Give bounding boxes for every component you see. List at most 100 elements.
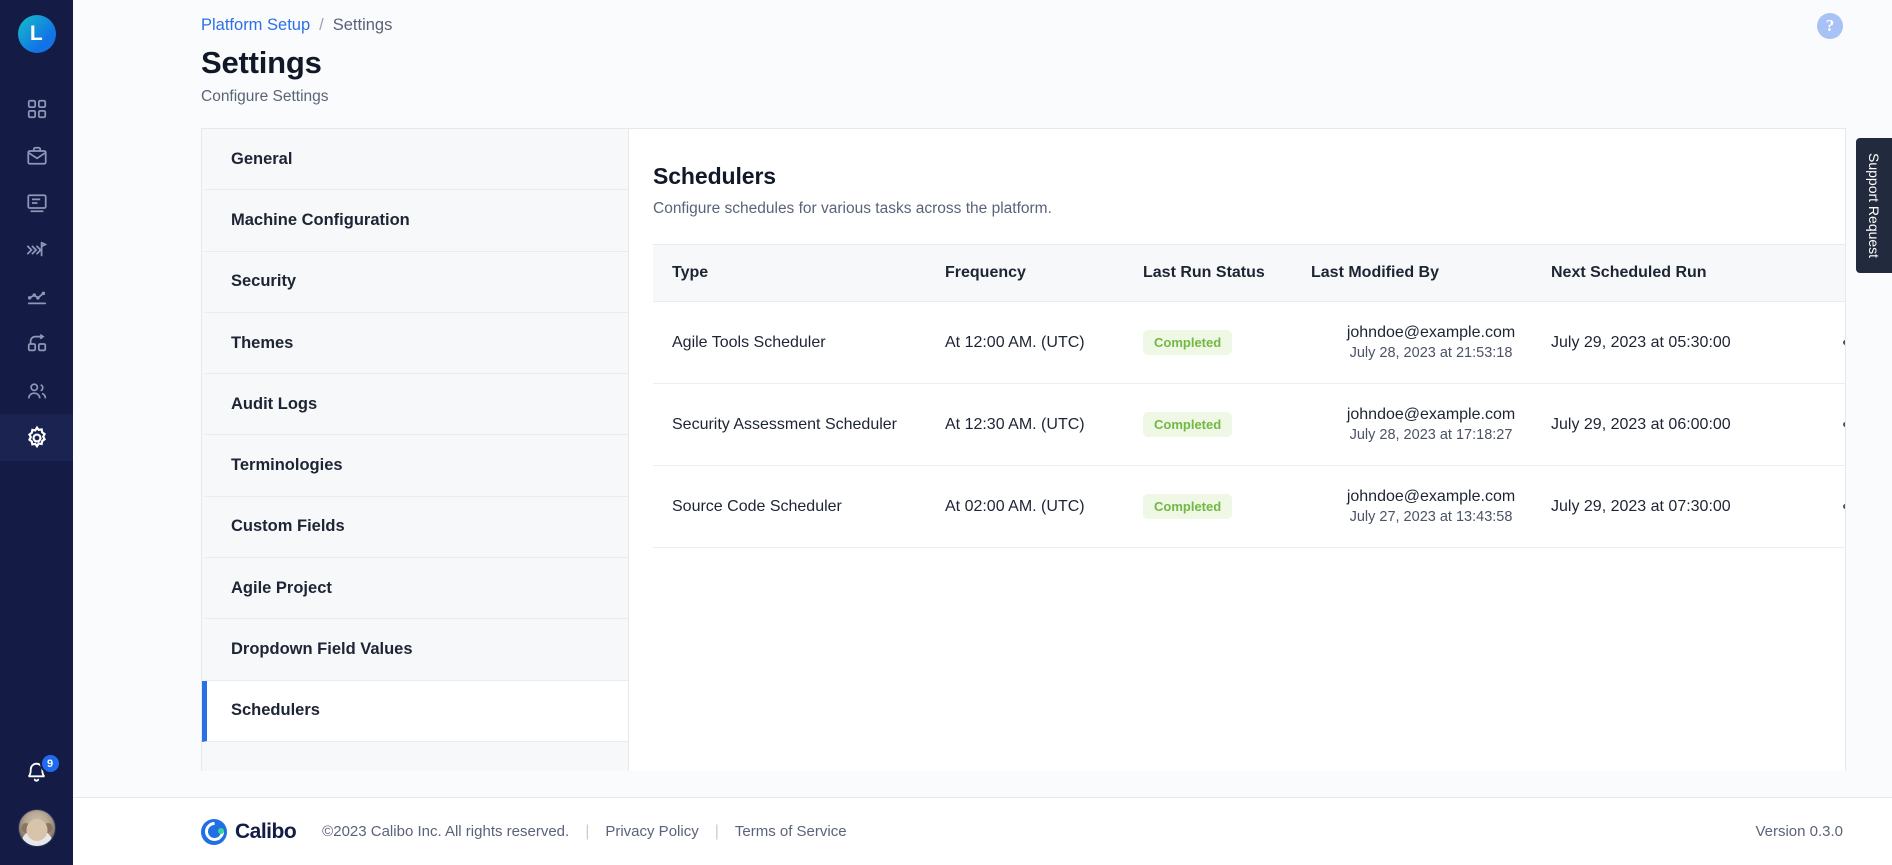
cell-next-scheduled-run: July 29, 2023 at 06:00:00 [1551, 383, 1819, 466]
settings-nav-item-schedulers[interactable]: Schedulers [202, 680, 628, 742]
calibo-logo: Calibo [201, 818, 297, 845]
settings-nav-item-agile-project[interactable]: Agile Project [202, 558, 628, 620]
sidebar-item-dashboard[interactable] [0, 85, 73, 132]
column-header-frequency[interactable]: Frequency [945, 244, 1143, 302]
footer-separator: | [585, 822, 590, 840]
calibo-wordmark: Calibo [235, 819, 297, 843]
calibo-mark-icon [201, 818, 227, 845]
help-icon[interactable]: ? [1817, 13, 1843, 39]
users-icon [26, 380, 48, 402]
row-actions-menu-icon[interactable] [1819, 504, 1845, 509]
row-actions-menu-icon[interactable] [1819, 340, 1845, 345]
column-header-actions [1819, 244, 1845, 302]
analytics-icon [26, 286, 48, 308]
cell-actions [1819, 383, 1845, 466]
cell-next-scheduled-run: July 29, 2023 at 07:30:00 [1551, 465, 1819, 548]
cell-status: Completed [1143, 465, 1311, 548]
settings-nav-label: Agile Project [231, 578, 332, 597]
settings-nav-item-themes[interactable]: Themes [202, 312, 628, 375]
terms-of-service-link[interactable]: Terms of Service [735, 823, 847, 840]
sidebar-item-users[interactable] [0, 367, 73, 414]
breadcrumb-platform-setup[interactable]: Platform Setup [201, 16, 310, 35]
breadcrumb-settings: Settings [332, 16, 393, 34]
modified-at-timestamp: July 27, 2023 at 13:43:58 [1349, 509, 1513, 525]
settings-nav-item-custom-fields[interactable]: Custom Fields [202, 496, 628, 559]
sidebar-item-integrations[interactable] [0, 320, 73, 367]
page-title: Settings [201, 45, 322, 80]
settings-nav-label: General [231, 149, 293, 168]
modified-by-email: johndoe@example.com [1346, 488, 1516, 505]
table-header-row: Type Frequency Last Run Status Last Modi… [653, 244, 1845, 302]
settings-nav-item-machine-configuration[interactable]: Machine Configuration [202, 190, 628, 252]
primary-nav-rail: L 9 [0, 0, 73, 865]
cell-frequency: At 12:00 AM. (UTC) [945, 301, 1143, 384]
privacy-policy-link[interactable]: Privacy Policy [605, 823, 698, 840]
pipeline-icon [26, 239, 48, 261]
cell-actions [1819, 301, 1845, 384]
settings-nav-item-security[interactable]: Security [202, 251, 628, 313]
cell-type: Source Code Scheduler [653, 465, 945, 548]
status-badge: Completed [1143, 494, 1233, 519]
cell-last-modified-by: johndoe@example.com July 28, 2023 at 17:… [1311, 383, 1551, 466]
breadcrumb-separator: / [319, 16, 324, 34]
settings-nav-item-dropdown-field-values[interactable]: Dropdown Field Values [202, 619, 628, 681]
briefcase-icon [26, 145, 48, 167]
table-row[interactable]: Security Assessment Scheduler At 12:30 A… [653, 383, 1845, 466]
version-label: Version 0.3.0 [1755, 823, 1843, 840]
panel-title: Schedulers [653, 163, 776, 189]
breadcrumb: Platform Setup / Settings [73, 16, 1892, 35]
board-icon [26, 192, 48, 214]
support-request-tab[interactable]: Support Request [1856, 138, 1892, 273]
rail-bottom-group: 9 [0, 753, 73, 865]
sidebar-item-pipelines[interactable] [0, 226, 73, 273]
modified-by-email: johndoe@example.com [1346, 406, 1516, 423]
settings-nav-list: General Machine Configuration Security T… [201, 128, 628, 771]
sidebar-item-boards[interactable] [0, 179, 73, 226]
schedulers-table: Type Frequency Last Run Status Last Modi… [653, 244, 1845, 548]
settings-nav-label: Schedulers [231, 701, 320, 720]
status-badge: Completed [1143, 412, 1233, 437]
settings-nav-label: Security [231, 272, 297, 291]
cell-status: Completed [1143, 301, 1311, 384]
cell-last-modified-by: johndoe@example.com July 28, 2023 at 21:… [1311, 301, 1551, 384]
integration-icon [26, 333, 48, 355]
sidebar-item-portfolio[interactable] [0, 132, 73, 179]
footer-separator: | [714, 822, 719, 840]
settings-nav-label: Dropdown Field Values [231, 640, 413, 659]
column-header-last-run-status[interactable]: Last Run Status [1143, 244, 1311, 302]
settings-nav-item-general[interactable]: General [202, 129, 628, 191]
panel-subtitle: Configure schedules for various tasks ac… [653, 200, 1052, 217]
last-modified-group: johndoe@example.com July 28, 2023 at 17:… [1311, 406, 1551, 443]
settings-nav-label: Audit Logs [231, 394, 318, 413]
notifications-button[interactable]: 9 [17, 753, 61, 795]
app-logo[interactable]: L [17, 15, 56, 53]
column-header-last-modified-by[interactable]: Last Modified By [1311, 244, 1551, 302]
footer: Calibo ©2023 Calibo Inc. All rights rese… [73, 797, 1892, 865]
table-row[interactable]: Agile Tools Scheduler At 12:00 AM. (UTC)… [653, 301, 1845, 384]
last-modified-group: johndoe@example.com July 28, 2023 at 21:… [1311, 324, 1551, 361]
row-actions-menu-icon[interactable] [1819, 422, 1845, 427]
settings-content: General Machine Configuration Security T… [73, 128, 1892, 771]
settings-nav-item-audit-logs[interactable]: Audit Logs [202, 374, 628, 436]
app-root: L 9 Platform Setup / Settings Settings C… [0, 0, 1892, 865]
settings-nav-item-terminologies[interactable]: Terminologies [202, 435, 628, 497]
column-header-type[interactable]: Type [653, 244, 945, 302]
sidebar-item-settings[interactable] [0, 414, 73, 461]
table-row[interactable]: Source Code Scheduler At 02:00 AM. (UTC)… [653, 465, 1845, 548]
settings-nav-label: Custom Fields [231, 517, 345, 536]
modified-at-timestamp: July 28, 2023 at 17:18:27 [1349, 427, 1513, 443]
page-subtitle: Configure Settings [201, 88, 329, 105]
cell-type: Security Assessment Scheduler [653, 383, 945, 466]
sidebar-item-analytics[interactable] [0, 273, 73, 320]
settings-nav-label: Machine Configuration [231, 210, 410, 229]
cell-status: Completed [1143, 383, 1311, 466]
table-header: Type Frequency Last Run Status Last Modi… [653, 244, 1845, 302]
notification-badge: 9 [39, 753, 61, 774]
column-header-next-scheduled-run[interactable]: Next Scheduled Run [1551, 244, 1819, 302]
modified-at-timestamp: July 28, 2023 at 21:53:18 [1349, 345, 1513, 361]
cell-type: Agile Tools Scheduler [653, 301, 945, 384]
last-modified-group: johndoe@example.com July 27, 2023 at 13:… [1311, 488, 1551, 525]
settings-nav-label: Themes [231, 333, 294, 352]
avatar[interactable] [17, 809, 56, 847]
cell-actions [1819, 465, 1845, 548]
